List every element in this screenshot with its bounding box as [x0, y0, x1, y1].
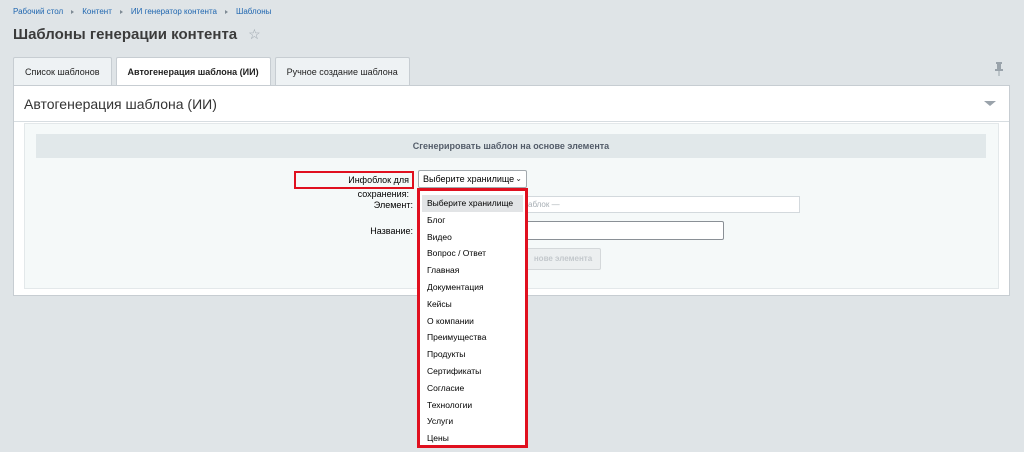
page-title-container: Шаблоны генерации контента ☆: [13, 26, 261, 43]
pin-icon[interactable]: [994, 62, 1004, 76]
tab-manual-creation[interactable]: Ручное создание шаблона: [274, 57, 410, 85]
name-label: Название:: [370, 226, 413, 236]
chevron-down-icon: ⌄: [515, 174, 522, 183]
section-header: Сгенерировать шаблон на основе элемента: [36, 134, 986, 158]
breadcrumb-item-ai-generator[interactable]: ИИ генератор контента: [131, 7, 217, 16]
tab-bar: Список шаблонов Автогенерация шаблона (И…: [13, 57, 414, 86]
breadcrumb-separator-icon: [119, 9, 123, 14]
page-title: Шаблоны генерации контента: [13, 26, 238, 43]
element-label: Элемент:: [373, 200, 413, 210]
dropdown-option[interactable]: О компании: [420, 313, 525, 330]
dropdown-option[interactable]: Документация: [420, 279, 525, 296]
infoblock-dropdown: Выберите хранилище Блог Видео Вопрос / О…: [417, 188, 528, 448]
dropdown-option[interactable]: Преимущества: [420, 329, 525, 346]
dropdown-option[interactable]: Сертификаты: [420, 363, 525, 380]
breadcrumb-item-templates[interactable]: Шаблоны: [236, 7, 271, 16]
tab-ai-autogeneration[interactable]: Автогенерация шаблона (ИИ): [115, 57, 271, 86]
dropdown-option[interactable]: Цены: [420, 430, 525, 447]
dropdown-option[interactable]: Главная: [420, 262, 525, 279]
dropdown-option[interactable]: Технологии: [420, 397, 525, 414]
panel-header: Автогенерация шаблона (ИИ): [14, 86, 1009, 122]
generate-button[interactable]: нове элемента: [525, 248, 601, 270]
name-field[interactable]: [525, 221, 724, 240]
dropdown-option-choose-storage[interactable]: Выберите хранилище: [422, 195, 523, 212]
breadcrumb: Рабочий стол Контент ИИ генератор контен…: [13, 7, 271, 16]
breadcrumb-separator-icon: [224, 9, 228, 14]
tab-template-list[interactable]: Список шаблонов: [13, 57, 112, 85]
dropdown-option[interactable]: Согласие: [420, 380, 525, 397]
chevron-down-icon[interactable]: [984, 101, 996, 106]
dropdown-option[interactable]: Блог: [420, 212, 525, 229]
breadcrumb-item-desktop[interactable]: Рабочий стол: [13, 7, 63, 16]
dropdown-option[interactable]: Продукты: [420, 346, 525, 363]
dropdown-option[interactable]: Видео: [420, 229, 525, 246]
star-icon[interactable]: ☆: [248, 26, 261, 43]
dropdown-option[interactable]: Услуги: [420, 413, 525, 430]
infoblock-label: Инфоблок для сохранения:: [294, 171, 414, 199]
breadcrumb-separator-icon: [71, 9, 75, 14]
breadcrumb-item-content[interactable]: Контент: [82, 7, 112, 16]
infoblock-select[interactable]: Выберите хранилище ⌄: [418, 170, 527, 188]
element-field[interactable]: аблок —: [525, 196, 800, 213]
dropdown-option[interactable]: Вопрос / Ответ: [420, 245, 525, 262]
panel-title: Автогенерация шаблона (ИИ): [24, 95, 217, 112]
dropdown-option[interactable]: Кейсы: [420, 296, 525, 313]
infoblock-select-value: Выберите хранилище: [423, 174, 515, 184]
